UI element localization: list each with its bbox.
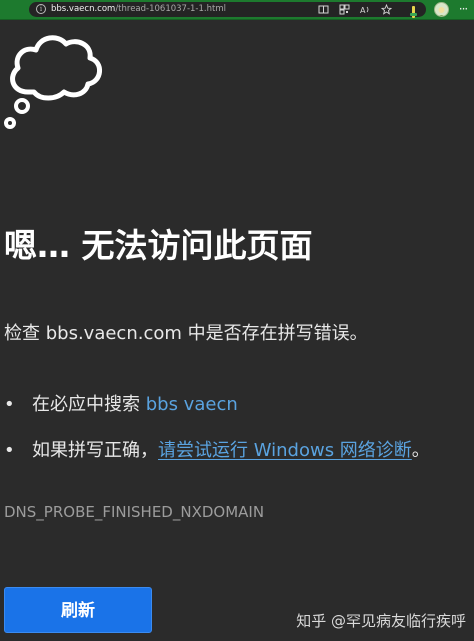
reload-button[interactable]: 刷新	[4, 587, 152, 633]
qr-code-icon[interactable]	[339, 4, 350, 15]
extension-icon[interactable]	[410, 3, 417, 18]
favorite-icon[interactable]	[380, 3, 393, 15]
error-message: 检查 bbs.vaecn.com 中是否存在拼写错误。	[4, 323, 368, 344]
suggestion-list: • 在必应中搜索 bbs vaecn • 如果拼写正确，请尝试运行 Window…	[4, 392, 430, 484]
suggestion-prefix: 如果拼写正确，	[32, 440, 158, 461]
read-aloud-icon[interactable]: A	[360, 4, 371, 15]
svg-text:A: A	[360, 6, 366, 15]
bullet-icon: •	[4, 440, 15, 461]
info-icon[interactable]: i	[36, 4, 46, 14]
suggestion-suffix: 。	[411, 440, 430, 461]
url-text[interactable]: bbs.vaecn.com/thread-1061037-1-1.html	[51, 4, 226, 15]
network-diagnostics-link[interactable]: 请尝试运行 Windows 网络诊断	[158, 440, 412, 461]
error-code: DNS_PROBE_FINISHED_NXDOMAIN	[4, 503, 265, 521]
profile-avatar[interactable]	[434, 2, 449, 17]
cloud-icon	[4, 35, 102, 129]
address-bar[interactable]: i bbs.vaecn.com/thread-1061037-1-1.html …	[29, 2, 426, 17]
reading-mode-icon[interactable]	[318, 4, 329, 15]
bullet-icon: •	[4, 394, 15, 415]
list-item: • 如果拼写正确，请尝试运行 Windows 网络诊断。	[4, 438, 430, 464]
watermark-text: 知乎 @罕见病友临行疾呼	[296, 612, 466, 630]
search-bing-link[interactable]: bbs vaecn	[146, 394, 238, 415]
url-domain: bbs.vaecn.com	[51, 4, 116, 14]
url-path: /thread-1061037-1-1.html	[115, 4, 226, 14]
page-title: 嗯… 无法访问此页面	[4, 226, 313, 265]
browser-toolbar: i bbs.vaecn.com/thread-1061037-1-1.html …	[0, 0, 474, 20]
list-item: • 在必应中搜索 bbs vaecn	[4, 392, 430, 418]
suggestion-prefix: 在必应中搜索	[32, 394, 146, 415]
more-menu-icon[interactable]: ···	[456, 1, 470, 17]
